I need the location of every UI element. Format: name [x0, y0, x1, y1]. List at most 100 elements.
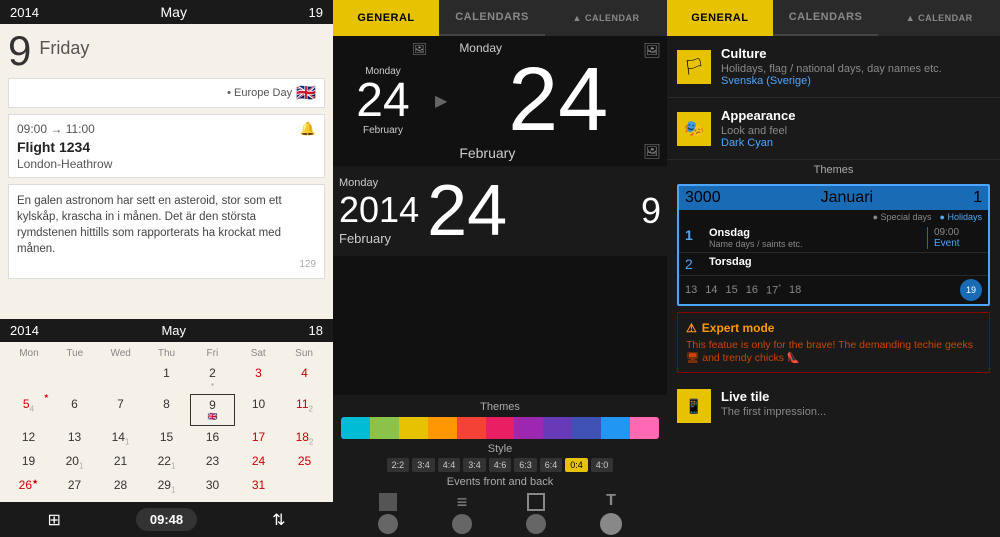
events-shapes: ≡ T	[341, 492, 659, 535]
cal-day-12[interactable]: 12	[6, 427, 51, 450]
cal-day-9[interactable]: 9🇬🇧	[190, 394, 235, 426]
theme-blue[interactable]	[601, 417, 630, 439]
cal-day-6[interactable]: 6	[52, 394, 97, 426]
cal-day-24[interactable]: 24	[236, 451, 281, 474]
cal-day-1[interactable]: 1	[144, 363, 189, 393]
cal-day-23[interactable]: 23	[190, 451, 235, 474]
theme-orange[interactable]	[428, 417, 457, 439]
panel-settings: GENERAL CALENDARS ▲ CALENDAR 🏳 Culture H…	[667, 0, 1000, 537]
tab-calendars-2[interactable]: CALENDARS	[439, 0, 545, 36]
cal-day-22[interactable]: 221	[144, 451, 189, 474]
tab-general-3[interactable]: GENERAL	[667, 0, 773, 36]
wd-fri: Fri	[189, 346, 235, 361]
theme-green[interactable]	[370, 417, 399, 439]
widget-main-num: 24	[508, 55, 608, 145]
image-icon-small[interactable]: 🖼	[412, 42, 427, 56]
tab-chronos-2[interactable]: ▲ CALENDAR	[545, 0, 667, 36]
cal-day-26[interactable]: 26★	[6, 475, 51, 498]
image-icon-main[interactable]: 🖼	[643, 42, 661, 59]
cal-day-27[interactable]: 27	[52, 475, 97, 498]
cal-day-empty[interactable]	[98, 363, 143, 393]
chronos-icon: ▲	[906, 13, 915, 23]
style-4-4[interactable]: 4:4	[438, 458, 461, 472]
solid-square-icon[interactable]	[379, 493, 397, 511]
tab-general-2[interactable]: GENERAL	[333, 0, 439, 36]
europe-day-text: • Europe Day	[227, 87, 292, 99]
event-time: 09:00 → 11:00	[17, 122, 95, 136]
widget-bottom-num2: 9	[641, 190, 661, 232]
theme-hotpink[interactable]	[630, 417, 659, 439]
lines-icon[interactable]: ≡	[457, 493, 468, 511]
cal-day-13[interactable]: 13	[52, 427, 97, 450]
settings-sliders-button[interactable]: ⇅	[272, 510, 285, 530]
settings-item-culture[interactable]: 🏳 Culture Holidays, flag / national days…	[667, 36, 1000, 98]
cal-day-15[interactable]: 15	[144, 427, 189, 450]
event-card[interactable]: 09:00 → 11:00 🔔 Flight 1234 London-Heath…	[8, 114, 325, 178]
style-3-4b[interactable]: 3:4	[463, 458, 486, 472]
event-location: London-Heathrow	[17, 157, 316, 171]
panel-themes: GENERAL CALENDARS ▲ CALENDAR 🖼 Monday 24…	[333, 0, 667, 537]
cal-day-21[interactable]: 21	[98, 451, 143, 474]
cal-day-20[interactable]: 201	[52, 451, 97, 474]
settings-item-live-tile[interactable]: 📱 Live tile The first impression...	[667, 379, 1000, 433]
cal-day-17[interactable]: 17	[236, 427, 281, 450]
cal-day-28[interactable]: 28	[98, 475, 143, 498]
calendar-grid: Mon Tue Wed Thu Fri Sat Sun 1 2▪ 3 4 54 …	[0, 342, 333, 502]
text-t-icon[interactable]: T	[606, 492, 616, 510]
style-6-4[interactable]: 6:4	[540, 458, 563, 472]
cal-day-14[interactable]: 141	[98, 427, 143, 450]
tab-chronos-3[interactable]: ▲ CALENDAR	[878, 0, 1000, 36]
shape-lines: ≡	[452, 493, 472, 534]
preview-r1-num: 1	[685, 227, 705, 249]
cal-day-3[interactable]: 3	[236, 363, 281, 393]
themes-bar[interactable]	[341, 417, 659, 439]
theme-yellow[interactable]	[399, 417, 428, 439]
culture-title: Culture	[721, 46, 942, 61]
filled-circle-3-icon[interactable]	[526, 514, 546, 534]
widget-bottom-day: Monday	[339, 177, 419, 189]
theme-cyan[interactable]	[341, 417, 370, 439]
style-4-6[interactable]: 4:6	[489, 458, 512, 472]
cal-day-8[interactable]: 8	[144, 394, 189, 426]
theme-red[interactable]	[457, 417, 486, 439]
cal-day-16[interactable]: 16	[190, 427, 235, 450]
expert-mode[interactable]: ⚠ Expert mode This featue is only for th…	[677, 312, 990, 373]
cal-day-11[interactable]: 112	[282, 394, 327, 426]
style-4-0[interactable]: 4:0	[591, 458, 614, 472]
widget-main-month: February	[449, 145, 515, 161]
grid-view-button[interactable]: ⊞	[47, 510, 60, 530]
warning-icon: ⚠	[686, 321, 697, 335]
style-2-2[interactable]: 2:2	[387, 458, 410, 472]
wd-wed: Wed	[98, 346, 144, 361]
image-icon-main-bottom[interactable]: 🖼	[643, 143, 661, 160]
cal-day-5[interactable]: 54	[6, 394, 51, 426]
cal-day-2[interactable]: 2▪	[190, 363, 235, 393]
cal-day-7[interactable]: 7	[98, 394, 143, 426]
widget-bottom-year: 2014	[339, 189, 419, 231]
preview-r1-event: 09:00 Event	[927, 227, 982, 249]
cal-day-25[interactable]: 25	[282, 451, 327, 474]
cal-day-18[interactable]: 182	[282, 427, 327, 450]
cal-day-31[interactable]: 31	[236, 475, 281, 498]
style-3-4[interactable]: 3:4	[412, 458, 435, 472]
theme-deep-purple[interactable]	[543, 417, 572, 439]
cal-day-empty[interactable]	[52, 363, 97, 393]
cal-day-30[interactable]: 30	[190, 475, 235, 498]
tab-calendars-3[interactable]: CALENDARS	[773, 0, 879, 36]
cal-day-19[interactable]: 19	[6, 451, 51, 474]
filled-circle-icon[interactable]	[378, 514, 398, 534]
theme-indigo[interactable]	[572, 417, 601, 439]
outline-square-icon[interactable]	[527, 493, 545, 511]
preview-r2-num: 2	[685, 256, 705, 272]
cal-day-29[interactable]: 291	[144, 475, 189, 498]
theme-purple[interactable]	[514, 417, 543, 439]
cal-day-4[interactable]: 4	[282, 363, 327, 393]
cal-day-10[interactable]: 10	[236, 394, 281, 426]
large-circle-icon[interactable]	[600, 513, 622, 535]
cal-day-empty[interactable]	[6, 363, 51, 393]
filled-circle-2-icon[interactable]	[452, 514, 472, 534]
style-0-4[interactable]: 0:4	[565, 458, 588, 472]
settings-item-appearance[interactable]: 🎭 Appearance Look and feel Dark Cyan	[667, 98, 1000, 160]
theme-pink[interactable]	[486, 417, 515, 439]
style-6-3[interactable]: 6:3	[514, 458, 537, 472]
